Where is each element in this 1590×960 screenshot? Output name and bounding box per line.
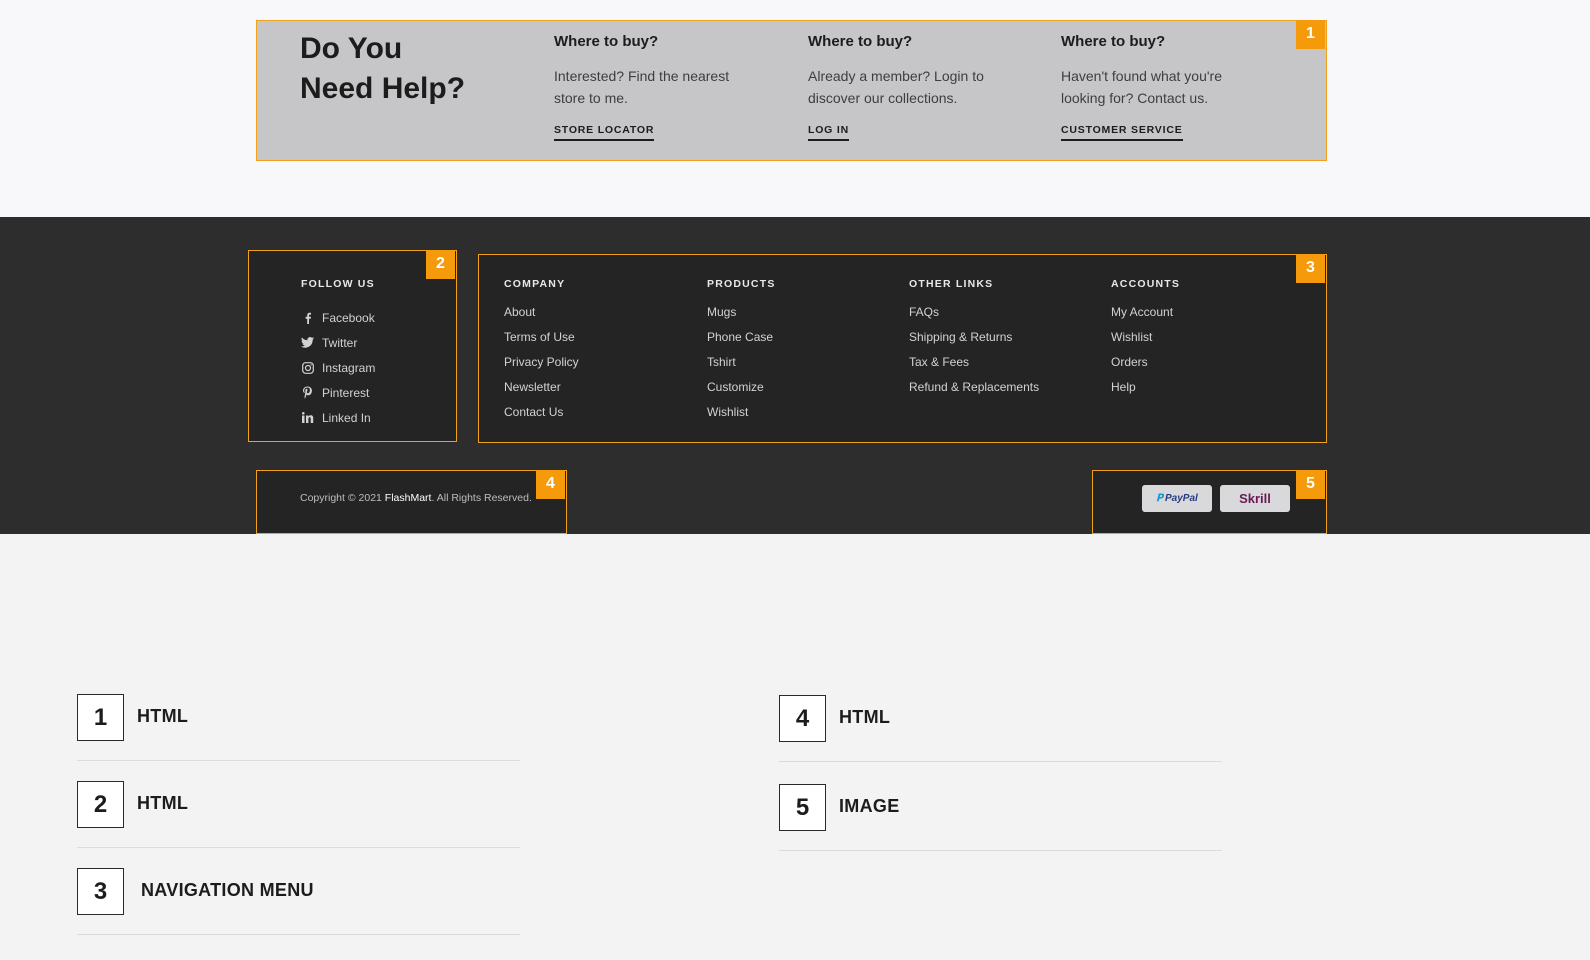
copyright-box: Copyright © 2021 FlashMart. All Rights R…	[256, 470, 567, 534]
legend-item-3: 3 NAVIGATION MENU	[77, 848, 520, 935]
nav-link-tax[interactable]: Tax & Fees	[909, 355, 1039, 380]
copyright-text: Copyright © 2021 FlashMart. All Rights R…	[300, 492, 532, 504]
legend-label: NAVIGATION MENU	[141, 880, 314, 900]
twitter-icon	[301, 336, 314, 349]
other-links-column: OTHER LINKS FAQs Shipping & Returns Tax …	[909, 278, 1039, 405]
paypal-logo: 𝐏 PayPal	[1142, 485, 1212, 512]
nav-link-faqs[interactable]: FAQs	[909, 305, 1039, 330]
legend-item-5: 5 IMAGE	[779, 764, 1222, 851]
legend-label: HTML	[137, 793, 189, 813]
legend-number: 4	[779, 695, 826, 742]
accounts-column: ACCOUNTS My Account Wishlist Orders Help	[1111, 278, 1180, 405]
pinterest-icon	[301, 386, 314, 399]
nav-link-terms[interactable]: Terms of Use	[504, 330, 579, 355]
nav-link-contact[interactable]: Contact Us	[504, 405, 579, 430]
help-column-service: Where to buy? Haven't found what you're l…	[1061, 33, 1271, 141]
marker-3: 3	[1296, 254, 1325, 283]
pinterest-link[interactable]: Pinterest	[301, 380, 375, 405]
nav-link-wishlist[interactable]: Wishlist	[707, 405, 776, 430]
marker-2: 2	[426, 250, 455, 279]
legend-label: HTML	[839, 707, 891, 727]
help-column-login: Where to buy? Already a member? Login to…	[808, 33, 1018, 141]
nav-link-my-account[interactable]: My Account	[1111, 305, 1180, 330]
legend-number: 1	[77, 694, 124, 741]
help-heading: Where to buy?	[1061, 33, 1166, 50]
legend-item-2: 2 HTML	[77, 761, 520, 848]
legend-item-1: 1 HTML	[77, 674, 520, 761]
linkedin-icon	[301, 411, 314, 424]
nav-link-shipping[interactable]: Shipping & Returns	[909, 330, 1039, 355]
store-locator-link[interactable]: STORE LOCATOR	[554, 124, 655, 141]
help-heading: Where to buy?	[808, 33, 913, 50]
instagram-link[interactable]: Instagram	[301, 355, 375, 380]
products-column: PRODUCTS Mugs Phone Case Tshirt Customiz…	[707, 278, 776, 430]
products-heading: PRODUCTS	[707, 278, 776, 290]
help-column-store: Where to buy? Interested? Find the neare…	[554, 33, 764, 141]
legend-number: 5	[779, 784, 826, 831]
help-title: Do You Need Help?	[300, 32, 466, 105]
brand-link[interactable]: FlashMart	[385, 492, 432, 504]
nav-link-phone-case[interactable]: Phone Case	[707, 330, 776, 355]
help-text: Haven't found what you're looking for? Co…	[1061, 68, 1222, 106]
nav-link-about[interactable]: About	[504, 305, 579, 330]
legend-label: HTML	[137, 706, 189, 726]
marker-4: 4	[536, 470, 565, 499]
nav-link-tshirt[interactable]: Tshirt	[707, 355, 776, 380]
legend-label: IMAGE	[839, 796, 900, 816]
legend-number: 2	[77, 781, 124, 828]
marker-1: 1	[1296, 20, 1325, 49]
nav-link-customize[interactable]: Customize	[707, 380, 776, 405]
accounts-heading: ACCOUNTS	[1111, 278, 1181, 290]
nav-link-mugs[interactable]: Mugs	[707, 305, 776, 330]
instagram-icon	[301, 361, 314, 374]
need-help-box: Do You Need Help? Where to buy? Interest…	[256, 20, 1327, 161]
company-column: COMPANY About Terms of Use Privacy Polic…	[504, 278, 579, 430]
customer-service-link[interactable]: CUSTOMER SERVICE	[1061, 124, 1183, 141]
nav-link-privacy[interactable]: Privacy Policy	[504, 355, 579, 380]
facebook-link[interactable]: Facebook	[301, 305, 375, 330]
nav-link-refund[interactable]: Refund & Replacements	[909, 380, 1039, 405]
nav-link-newsletter[interactable]: Newsletter	[504, 380, 579, 405]
nav-link-orders[interactable]: Orders	[1111, 355, 1180, 380]
navigation-menu-box: COMPANY About Terms of Use Privacy Polic…	[478, 254, 1327, 443]
skrill-logo: Skrill	[1220, 485, 1290, 512]
help-heading: Where to buy?	[554, 33, 659, 50]
help-text: Already a member? Login to discover our c…	[808, 68, 984, 106]
log-in-link[interactable]: LOG IN	[808, 124, 849, 141]
marker-5: 5	[1296, 470, 1325, 499]
linkedin-link[interactable]: Linked In	[301, 405, 375, 430]
facebook-icon	[301, 311, 314, 324]
follow-us-heading: FOLLOW US	[301, 278, 375, 290]
help-text: Interested? Find the nearest store to me.	[554, 68, 730, 106]
other-links-heading: OTHER LINKS	[909, 278, 994, 290]
legend-item-4: 4 HTML	[779, 675, 1222, 762]
nav-link-account-wishlist[interactable]: Wishlist	[1111, 330, 1180, 355]
nav-link-help[interactable]: Help	[1111, 380, 1180, 405]
company-heading: COMPANY	[504, 278, 566, 290]
payment-methods-box: 𝐏 PayPal Skrill	[1092, 470, 1327, 534]
twitter-link[interactable]: Twitter	[301, 330, 375, 355]
legend-number: 3	[77, 868, 124, 915]
